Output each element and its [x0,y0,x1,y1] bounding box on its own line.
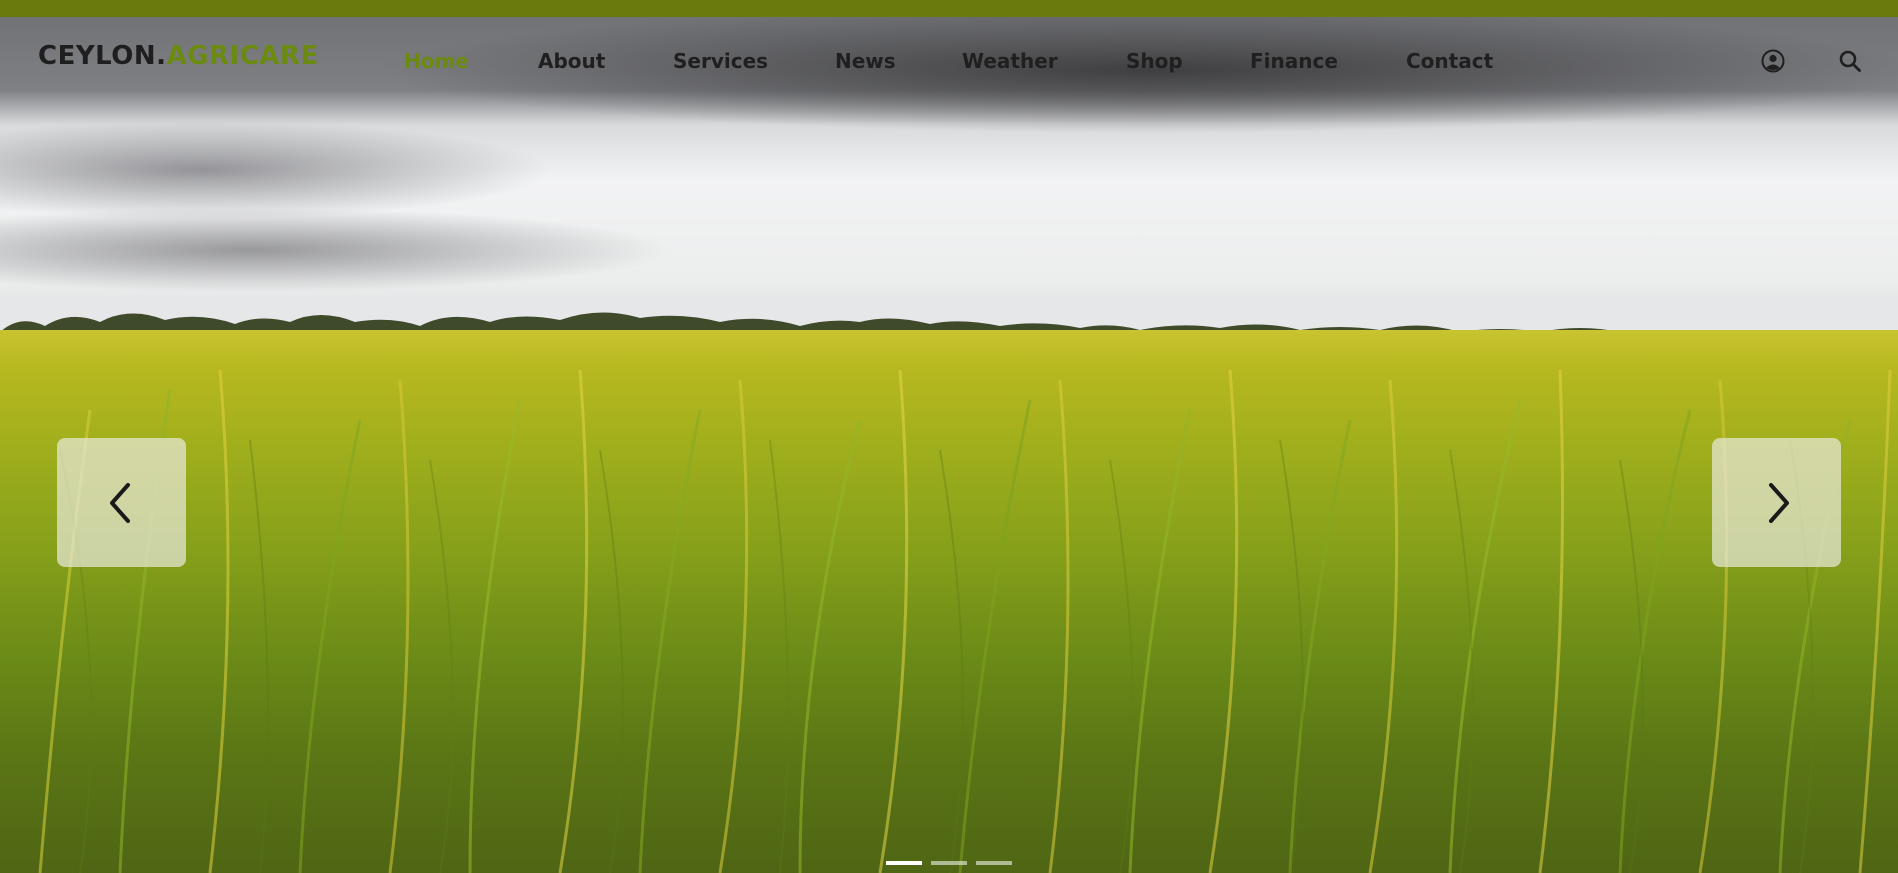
nav-item-home[interactable]: Home [404,49,469,73]
user-circle-icon [1761,49,1785,73]
nav-item-shop[interactable]: Shop [1126,49,1183,73]
chevron-right-icon [1768,482,1789,523]
nav-item-about[interactable]: About [538,49,605,73]
slide-indicator-1[interactable] [886,861,922,865]
slide-indicator-3[interactable] [976,861,1012,865]
search-icon [1839,50,1861,72]
nav-item-services[interactable]: Services [673,49,768,73]
page: CEYLON.AGRICARE Home About Services News… [0,0,1898,873]
site-header: CEYLON.AGRICARE Home About Services News… [0,17,1898,107]
nav-item-news[interactable]: News [835,49,896,73]
nav-item-finance[interactable]: Finance [1250,49,1338,73]
logo-text-primary: CEYLON. [38,41,167,71]
site-logo[interactable]: CEYLON.AGRICARE [38,41,319,71]
slider-prev-button[interactable] [57,438,186,567]
nav-item-weather[interactable]: Weather [962,49,1058,73]
nav-item-contact[interactable]: Contact [1406,49,1493,73]
chevron-left-icon [109,482,130,523]
slider-next-button[interactable] [1712,438,1841,567]
top-accent-bar [0,0,1898,17]
account-button[interactable] [1757,45,1789,77]
grass-texture [38,369,1892,873]
search-button[interactable] [1834,45,1866,77]
slide-indicator-2[interactable] [931,861,967,865]
logo-text-accent: AGRICARE [166,41,319,71]
